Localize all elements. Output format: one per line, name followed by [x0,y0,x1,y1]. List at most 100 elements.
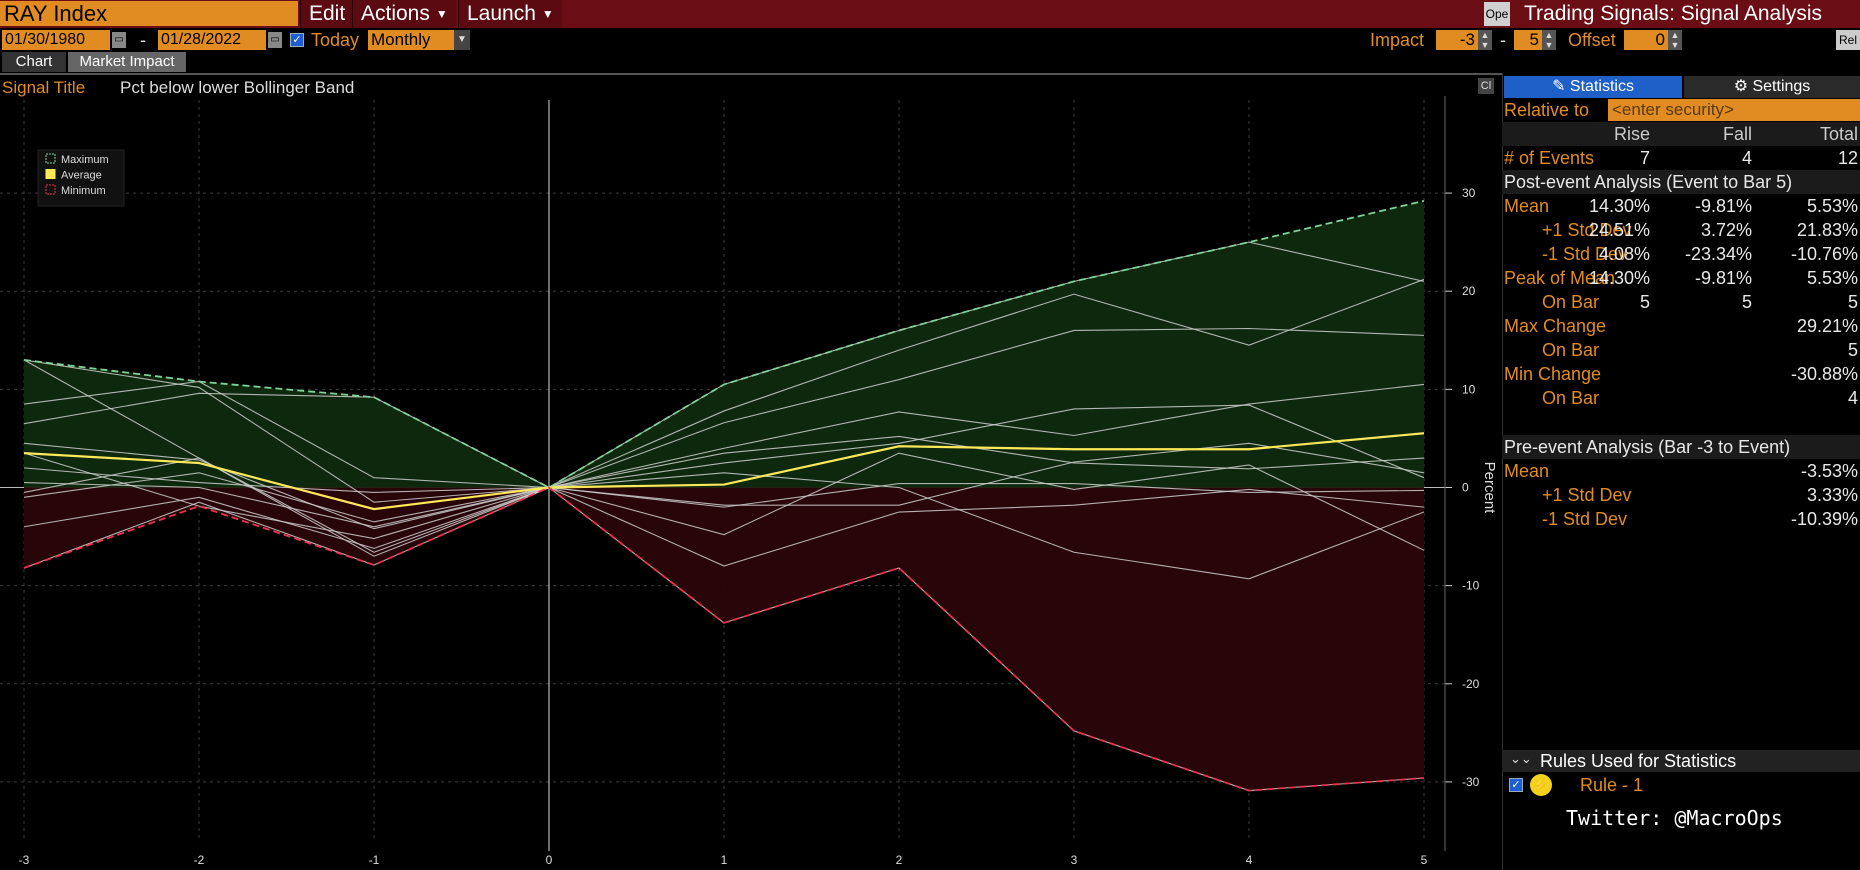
tab-market-impact[interactable]: Market Impact [68,52,186,72]
maximum-area [24,200,1424,488]
chart-options-icon[interactable]: Cl [1478,78,1494,94]
calendar-icon[interactable]: ▭ [268,32,282,48]
relative-to-input[interactable]: <enter security> [1608,99,1860,121]
y-tick-label: -30 [1462,775,1480,789]
post-event-header: Post-event Analysis (Event to Bar 5) [1502,170,1860,194]
y-tick-label: 20 [1462,284,1476,298]
stats-row-label: # of Events [1504,148,1595,168]
x-tick-label: 3 [1071,853,1078,867]
stats-fall-value: Fall [1722,124,1752,144]
actions-menu[interactable]: Actions ▼ [352,0,456,28]
actions-menu-label: Actions [361,2,430,25]
y-tick-label: -10 [1462,579,1480,593]
stats-total-value: 29.21% [1796,316,1858,336]
calendar-icon[interactable]: ▭ [112,32,126,48]
offset-input[interactable]: 0 [1624,30,1668,50]
stats-row: Max Change 29.21% [1502,314,1860,338]
stats-row-label: On Bar [1542,388,1600,408]
stats-total-value: -3.53% [1800,461,1858,481]
tab-settings-label: Settings [1752,78,1811,95]
stats-total-value: 5.53% [1806,196,1858,216]
rules-header-label: Rules Used for Statistics [1540,751,1737,771]
impact-from-input[interactable]: -3 [1436,30,1478,50]
chevron-down-icon[interactable]: ▼ [454,30,470,50]
y-axis-label: Percent [1481,462,1498,515]
today-checkbox[interactable]: ✓ [290,33,304,47]
rules-header: ⌄⌄ Rules Used for Statistics [1502,750,1860,772]
stats-row-label: +1 Std Dev [1542,485,1632,505]
twitter-handle: Twitter: @MacroOps [1566,806,1783,830]
stats-fall-value: 4 [1741,148,1752,168]
stats-row-label: On Bar [1542,340,1600,360]
rule-checkbox[interactable]: ✓ [1509,778,1523,792]
stats-fall-value: -23.34% [1684,244,1752,264]
offset-stepper[interactable]: ▲ ▼ [1668,30,1682,50]
stats-row-label: Min Change [1504,364,1602,384]
post-event-header-label: Post-event Analysis (Event to Bar 5) [1504,172,1793,192]
stats-rise-value: Rise [1613,124,1650,144]
offset-label: Offset [1568,30,1616,50]
stats-rise-value: 7 [1639,148,1650,168]
impact-to-stepper[interactable]: ▲ ▼ [1542,30,1556,50]
stats-row: Mean -3.53% [1502,459,1860,483]
period-select[interactable]: Monthly [368,30,466,50]
y-tick-label: 30 [1462,186,1476,200]
stats-total-value: 5.53% [1806,268,1858,288]
stats-column-header: Rise Fall Total [1502,122,1860,146]
stats-row: -1 Std Dev -10.39% [1502,507,1860,531]
stats-rise-value: 4.08% [1598,244,1650,264]
stats-row-label: Mean [1504,196,1550,216]
collapse-icon[interactable]: ⌄⌄ [1510,751,1532,767]
stats-row-label: On Bar [1542,292,1600,312]
stats-row: On Bar 5 [1502,338,1860,362]
rule-label[interactable]: Rule - 1 [1580,774,1643,796]
x-tick-label: 4 [1246,853,1253,867]
stats-rise-value: 24.51% [1588,220,1650,240]
launch-menu-label: Launch [467,2,536,25]
stats-rise-value: 14.30% [1588,268,1650,288]
ticker-input[interactable]: RAY Index [0,1,298,26]
x-tick-label: 0 [546,853,553,867]
stats-row: On Bar 5 5 5 [1502,290,1860,314]
stats-total-value: -30.88% [1790,364,1858,384]
legend-label: Minimum [61,185,106,197]
stats-total-value: 12 [1837,148,1858,168]
tab-statistics-label: Statistics [1569,78,1634,95]
stats-row-label: Mean [1504,461,1550,481]
x-tick-label: -2 [194,853,205,867]
rel-button[interactable]: Rel [1836,30,1860,50]
chevron-down-icon: ▼ [541,7,554,22]
today-label: Today [311,30,360,50]
edit-menu[interactable]: Edit [300,0,354,28]
chevron-down-icon: ▼ [435,7,448,22]
signal-title-value: Pct below lower Bollinger Band [120,78,355,97]
impact-from-stepper[interactable]: ▲ ▼ [1478,30,1492,50]
start-date-input[interactable]: 01/30/1980 [2,30,110,50]
stats-row: Mean 14.30% -9.81% 5.53% [1502,194,1860,218]
stats-row: # of Events 7 4 12 [1502,146,1860,170]
edit-menu-label: Edit [309,2,346,25]
stats-row: Min Change -30.88% [1502,362,1860,386]
stats-fall-value: -9.81% [1694,268,1752,288]
chart-legend: Maximum Average Minimum [37,149,125,207]
stats-total-value: 4 [1847,388,1858,408]
end-date-input[interactable]: 01/28/2022 [158,30,266,50]
impact-to-input[interactable]: 5 [1514,30,1542,50]
signal-title-label: Signal Title [2,78,86,97]
tab-settings[interactable]: ⚙ Settings [1684,76,1860,98]
open-button[interactable]: Ope [1484,2,1510,26]
stats-row: +1 Std Dev 24.51% 3.72% 21.83% [1502,218,1860,242]
x-tick-label: -3 [19,853,30,867]
stats-rise-value: 5 [1639,292,1650,312]
window-title: Trading Signals: Signal Analysis [1524,2,1823,25]
tab-statistics[interactable]: ✎ Statistics [1504,76,1682,98]
launch-menu[interactable]: Launch ▼ [458,0,562,28]
pre-event-header: Pre-event Analysis (Bar -3 to Event) [1502,435,1860,459]
date-separator: - [140,30,146,50]
stats-row: Peak of Mean 14.30% -9.81% 5.53% [1502,266,1860,290]
stats-rise-value: 14.30% [1588,196,1650,216]
stats-total-value: 5 [1847,292,1858,312]
y-tick-label: 10 [1462,382,1476,396]
legend-label: Maximum [61,154,109,166]
tab-chart[interactable]: Chart [2,52,66,72]
